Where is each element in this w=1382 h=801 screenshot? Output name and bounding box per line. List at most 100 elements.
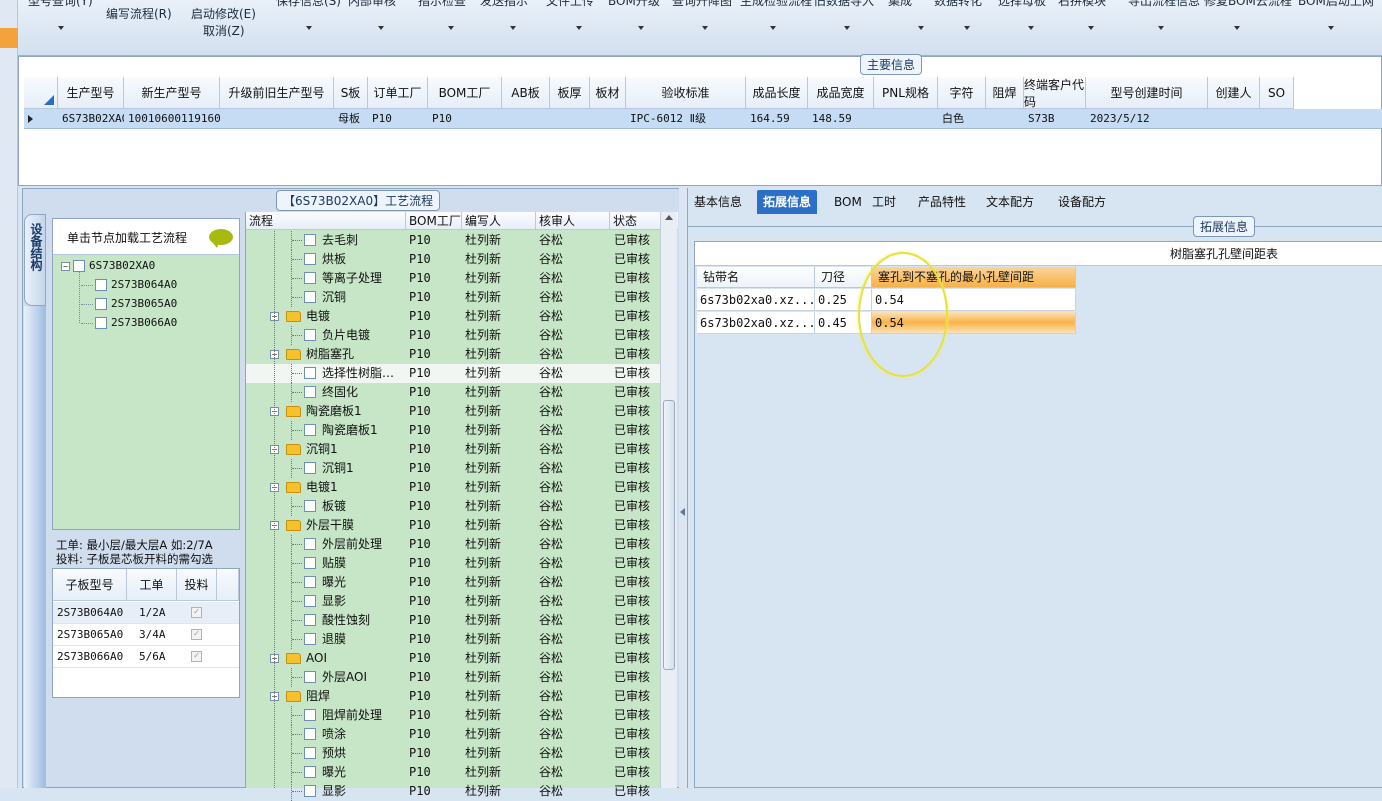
dropdown-arrow-icon[interactable] xyxy=(918,26,924,30)
process-column-header[interactable]: 编写人 xyxy=(462,212,536,230)
column-header[interactable]: 阻焊 xyxy=(986,77,1024,109)
column-header[interactable]: 成品长度 xyxy=(746,77,808,109)
process-column-header[interactable]: 核审人 xyxy=(536,212,610,230)
scroll-up-icon[interactable] xyxy=(665,215,673,220)
process-row[interactable]: 沉铜1 P10 杜列新 谷松 已审核 xyxy=(246,459,661,478)
process-row[interactable]: 等离子处理 P10 杜列新 谷松 已审核 xyxy=(246,269,661,288)
column-header[interactable]: 板厚 xyxy=(550,77,590,109)
process-row[interactable]: − 电镀1 P10 杜列新 谷松 已审核 xyxy=(246,478,661,497)
dropdown-arrow-icon[interactable] xyxy=(638,26,644,30)
tree-node-child[interactable]: 2S73B065A0 xyxy=(81,297,177,310)
sub-column-header[interactable]: 工单 xyxy=(127,569,177,601)
ext-row[interactable]: 6s73b02xa0.xz... 0.25 0.54 xyxy=(697,289,1076,311)
dropdown-arrow-icon[interactable] xyxy=(844,26,850,30)
process-scroll-thumb[interactable] xyxy=(663,400,675,670)
cancel-button[interactable]: 取消(Z) xyxy=(203,22,245,39)
column-header[interactable]: PNL规格 xyxy=(874,77,938,109)
detail-tab[interactable]: 设备配方 xyxy=(1052,190,1112,214)
process-row[interactable]: 曝光 P10 杜列新 谷松 已审核 xyxy=(246,763,661,782)
process-row[interactable]: 外层前处理 P10 杜列新 谷松 已审核 xyxy=(246,535,661,554)
detail-tab[interactable]: 拓展信息 xyxy=(757,190,818,214)
column-header[interactable]: 字符 xyxy=(938,77,986,109)
table-cell[interactable] xyxy=(1260,109,1294,129)
toolbar-item[interactable]: 内部审核 xyxy=(348,0,396,9)
column-header[interactable]: SO xyxy=(1260,77,1294,109)
table-cell[interactable]: P10 xyxy=(368,109,428,129)
process-row[interactable]: 去毛刺 P10 杜列新 谷松 已审核 xyxy=(246,231,661,250)
sub-table-row[interactable]: 2S73B064A0 1/2A ✓ xyxy=(53,602,239,624)
feed-checkbox[interactable]: ✓ xyxy=(191,651,202,662)
toolbar-item[interactable]: 选择母板 xyxy=(998,0,1046,9)
toolbar-item[interactable]: 右拼模块 xyxy=(1058,0,1106,9)
collapse-left-icon[interactable] xyxy=(680,508,685,516)
toolbar-item[interactable]: 导出流程信息 xyxy=(1128,0,1200,9)
panel-splitter[interactable] xyxy=(679,188,687,788)
process-row[interactable]: 酸性蚀刻 P10 杜列新 谷松 已审核 xyxy=(246,611,661,630)
toolbar-item[interactable]: BOM升级 xyxy=(608,0,660,9)
dropdown-arrow-icon[interactable] xyxy=(1234,26,1240,30)
dropdown-arrow-icon[interactable] xyxy=(1088,26,1094,30)
process-row[interactable]: 预烘 P10 杜列新 谷松 已审核 xyxy=(246,744,661,763)
table-cell[interactable] xyxy=(1208,109,1260,129)
table-cell[interactable] xyxy=(502,109,550,129)
table-cell[interactable]: P10 xyxy=(428,109,502,129)
process-row[interactable]: 贴膜 P10 杜列新 谷松 已审核 xyxy=(246,554,661,573)
process-row[interactable]: 喷涂 P10 杜列新 谷松 已审核 xyxy=(246,725,661,744)
process-row[interactable]: − 外层干膜 P10 杜列新 谷松 已审核 xyxy=(246,516,661,535)
process-row[interactable]: 负片电镀 P10 杜列新 谷松 已审核 xyxy=(246,326,661,345)
toolbar-item[interactable]: 数据转化 xyxy=(934,0,982,9)
table-cell[interactable] xyxy=(590,109,626,129)
detail-tab[interactable]: 产品特性 xyxy=(912,190,972,214)
process-row[interactable]: 外层AOI P10 杜列新 谷松 已审核 xyxy=(246,668,661,687)
dropdown-arrow-icon[interactable] xyxy=(1328,26,1334,30)
process-column-header[interactable]: 状态 xyxy=(610,212,661,230)
detail-tab[interactable]: 工时 xyxy=(866,190,902,214)
ext-cell[interactable]: 0.54 xyxy=(872,289,1076,311)
sub-column-header[interactable]: 子板型号 xyxy=(53,569,127,601)
ext-cell[interactable]: 6s73b02xa0.xz... xyxy=(697,312,815,334)
table-cell[interactable] xyxy=(550,109,590,129)
dropdown-arrow-icon[interactable] xyxy=(378,26,384,30)
dropdown-arrow-icon[interactable] xyxy=(448,26,454,30)
toolbar-item[interactable]: 生成检验流程 xyxy=(740,0,812,9)
feed-checkbox[interactable]: ✓ xyxy=(191,629,202,640)
column-header[interactable]: BOM工厂 xyxy=(428,77,502,109)
tree-node-root[interactable]: − 6S73B02XA0 xyxy=(61,259,155,272)
column-header[interactable]: 终端客户代码 xyxy=(1024,77,1086,109)
process-row[interactable]: 板镀 P10 杜列新 谷松 已审核 xyxy=(246,497,661,516)
dropdown-arrow-icon[interactable] xyxy=(770,26,776,30)
column-header[interactable]: 型号创建时间 xyxy=(1086,77,1208,109)
side-tab-device-structure[interactable]: 设备结构 xyxy=(24,214,46,306)
process-row[interactable]: − 电镀 P10 杜列新 谷松 已审核 xyxy=(246,307,661,326)
sub-table-row[interactable]: 2S73B066A0 5/6A ✓ xyxy=(53,646,239,668)
detail-tab[interactable]: 基本信息 xyxy=(688,190,748,214)
column-header[interactable]: AB板 xyxy=(502,77,550,109)
process-row[interactable]: 沉铜 P10 杜列新 谷松 已审核 xyxy=(246,288,661,307)
sub-column-header[interactable]: 投料 xyxy=(177,569,217,601)
dropdown-arrow-icon[interactable] xyxy=(1158,26,1164,30)
process-column-header[interactable]: 流程 xyxy=(246,212,406,230)
column-header[interactable]: 新生产型号 xyxy=(124,77,220,109)
dropdown-arrow-icon[interactable] xyxy=(58,26,64,30)
start-modify-button[interactable]: 启动修改(E) xyxy=(191,5,256,22)
process-row[interactable]: − 陶瓷磨板1 P10 杜列新 谷松 已审核 xyxy=(246,402,661,421)
process-row[interactable]: − 沉铜1 P10 杜列新 谷松 已审核 xyxy=(246,440,661,459)
dropdown-arrow-icon[interactable] xyxy=(1028,26,1034,30)
process-row[interactable]: 显影 P10 杜列新 谷松 已审核 xyxy=(246,592,661,611)
table-cell[interactable]: 母板 xyxy=(334,109,368,129)
toolbar-item[interactable]: 修复BOM云流程 xyxy=(1204,0,1292,9)
table-cell[interactable] xyxy=(874,109,938,129)
column-header[interactable]: 升级前旧生产型号 xyxy=(220,77,334,109)
detail-tab[interactable]: 文本配方 xyxy=(980,190,1040,214)
collapse-icon[interactable]: − xyxy=(61,261,70,271)
ext-column-header[interactable]: 钻带名 xyxy=(697,267,815,288)
table-cell[interactable]: 白色 xyxy=(938,109,986,129)
table-cell[interactable]: 164.59 xyxy=(746,109,808,129)
process-row[interactable]: 退膜 P10 杜列新 谷松 已审核 xyxy=(246,630,661,649)
process-row[interactable]: 显影 P10 杜列新 谷松 已审核 xyxy=(246,782,661,801)
column-header[interactable]: S板 xyxy=(334,77,368,109)
ext-column-header[interactable]: 塞孔到不塞孔的最小孔壁间距 xyxy=(872,267,1076,288)
edit-flow-button[interactable]: 编写流程(R) xyxy=(106,5,172,22)
toolbar-item[interactable]: 型号查询(Y) xyxy=(28,0,93,9)
toolbar-item[interactable]: 保存信息(S) xyxy=(276,0,341,9)
